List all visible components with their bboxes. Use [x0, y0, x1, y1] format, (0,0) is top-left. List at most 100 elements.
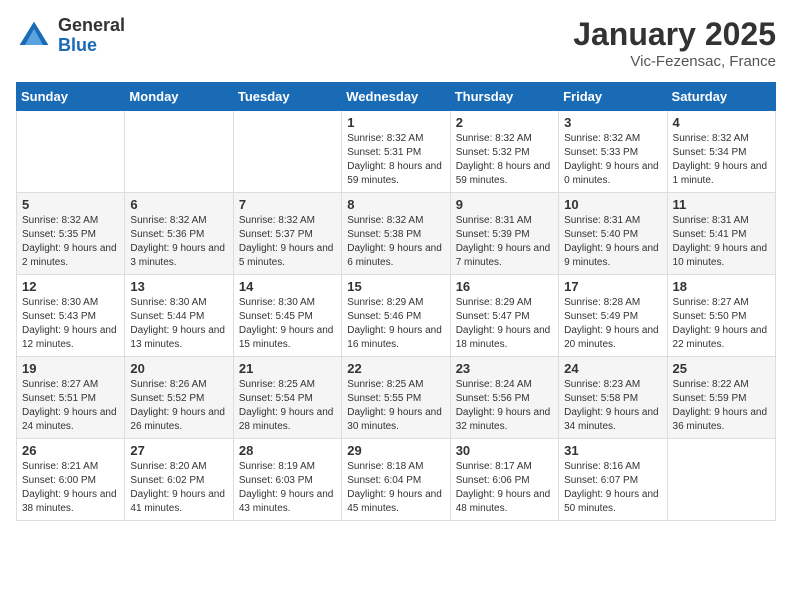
day-number: 11	[673, 197, 770, 212]
sunset-text: Sunset: 5:34 PM	[673, 147, 747, 158]
calendar-cell: 29 Sunrise: 8:18 AMSunset: 6:04 PMDayligh…	[342, 439, 450, 521]
sunset-text: Sunset: 5:43 PM	[22, 311, 96, 322]
calendar-cell: 15Sunrise: 8:29 AMSunset: 5:46 PMDayligh…	[342, 275, 450, 357]
calendar-body: 1Sunrise: 8:32 AMSunset: 5:31 PMDaylight…	[17, 111, 776, 521]
sunset-text: Sunset: 5:41 PM	[673, 229, 747, 240]
calendar-cell: 10Sunrise: 8:31 AMSunset: 5:40 PMDayligh…	[559, 193, 667, 275]
day-info: Sunrise: 8:28 AMSunset: 5:49 PMDaylight:…	[564, 296, 661, 352]
day-info: Sunrise: 8:17 AMSunset: 6:06 PMDaylight:…	[456, 460, 553, 516]
week-row-1: 1Sunrise: 8:32 AMSunset: 5:31 PMDaylight…	[17, 111, 776, 193]
daylight-text: Daylight: 9 hours and 26 minutes.	[130, 407, 225, 432]
sunset-text: Sunset: 5:52 PM	[130, 393, 204, 404]
day-info: Sunrise: 8:26 AMSunset: 5:52 PMDaylight:…	[130, 378, 227, 434]
sunset-text: Sunset: 6:03 PM	[239, 475, 313, 486]
daylight-text: Daylight: 9 hours and 22 minutes.	[673, 325, 768, 350]
day-number: 25	[673, 361, 770, 376]
day-number: 17	[564, 279, 661, 294]
calendar-cell: 16Sunrise: 8:29 AMSunset: 5:47 PMDayligh…	[450, 275, 558, 357]
sunrise-text: Sunrise: 8:16 AM	[564, 461, 640, 472]
sunrise-text: Sunrise: 8:21 AM	[22, 461, 98, 472]
day-number: 31	[564, 443, 661, 458]
logo: General Blue	[16, 16, 125, 56]
sunrise-text: Sunrise: 8:30 AM	[130, 297, 206, 308]
logo-general: General	[58, 16, 125, 36]
sunset-text: Sunset: 5:39 PM	[456, 229, 530, 240]
calendar-cell	[667, 439, 775, 521]
day-number: 19	[22, 361, 119, 376]
sunrise-text: Sunrise: 8:27 AM	[22, 379, 98, 390]
sunset-text: Sunset: 5:35 PM	[22, 229, 96, 240]
day-number: 29	[347, 443, 444, 458]
sunrise-text: Sunrise: 8:32 AM	[130, 215, 206, 226]
calendar-cell: 11 Sunrise: 8:31 AM Sunset: 5:41 PM Dayligh…	[667, 193, 775, 275]
sunrise-text: Sunrise: 8:32 AM	[456, 133, 532, 144]
sunset-text: Sunset: 5:55 PM	[347, 393, 421, 404]
day-info: Sunrise: 8:32 AMSunset: 5:36 PMDaylight:…	[130, 214, 227, 270]
sunset-text: Sunset: 6:06 PM	[456, 475, 530, 486]
day-info: Sunrise: 8:32 AMSunset: 5:35 PMDaylight:…	[22, 214, 119, 270]
sunrise-text: Sunrise: 8:25 AM	[347, 379, 423, 390]
logo-blue: Blue	[58, 36, 125, 56]
daylight-text: Daylight: 9 hours and 5 minutes.	[239, 243, 334, 268]
day-info: Sunrise: 8:32 AMSunset: 5:34 PMDaylight:…	[673, 132, 770, 188]
sunset-text: Sunset: 6:00 PM	[22, 475, 96, 486]
sunset-text: Sunset: 5:50 PM	[673, 311, 747, 322]
sunrise-text: Sunrise: 8:30 AM	[22, 297, 98, 308]
logo-text: General Blue	[58, 16, 125, 56]
day-number: 8	[347, 197, 444, 212]
day-number: 5	[22, 197, 119, 212]
day-info: Sunrise: 8:30 AMSunset: 5:45 PMDaylight:…	[239, 296, 336, 352]
daylight-text: Daylight: 9 hours and 3 minutes.	[130, 243, 225, 268]
header-wednesday: Wednesday	[342, 83, 450, 111]
calendar-header: SundayMondayTuesdayWednesdayThursdayFrid…	[17, 83, 776, 111]
calendar-cell: 20Sunrise: 8:26 AMSunset: 5:52 PMDayligh…	[125, 357, 233, 439]
calendar-cell: 31 Sunrise: 8:16 AMSunset: 6:07 PMDayligh…	[559, 439, 667, 521]
month-title: January 2025	[573, 16, 776, 53]
sunrise-text: Sunrise: 8:32 AM	[22, 215, 98, 226]
calendar-cell: 4Sunrise: 8:32 AMSunset: 5:34 PMDaylight…	[667, 111, 775, 193]
sunset-text: Sunset: 5:40 PM	[564, 229, 638, 240]
day-info: Sunrise: 8:16 AMSunset: 6:07 PMDaylight:…	[564, 460, 661, 516]
week-row-2: 5 Sunrise: 8:32 AM Sunset: 5:35 PM Daylight…	[17, 193, 776, 275]
daylight-text: Daylight: 9 hours and 48 minutes.	[456, 489, 551, 514]
daylight-text: Daylight: 9 hours and 10 minutes.	[673, 243, 768, 268]
day-number: 2	[456, 115, 553, 130]
sunrise-text: Sunrise: 8:31 AM	[673, 215, 749, 226]
calendar-cell: 17 Sunrise: 8:28 AMSunset: 5:49 PMDayligh…	[559, 275, 667, 357]
logo-icon	[16, 18, 52, 54]
sunrise-text: Sunrise: 8:32 AM	[347, 215, 423, 226]
day-number: 30	[456, 443, 553, 458]
sunset-text: Sunset: 5:33 PM	[564, 147, 638, 158]
day-info: Sunrise: 8:27 AMSunset: 5:50 PMDaylight:…	[673, 296, 770, 352]
day-info: Sunrise: 8:23 AMSunset: 5:58 PMDaylight:…	[564, 378, 661, 434]
calendar-cell	[233, 111, 341, 193]
daylight-text: Daylight: 9 hours and 0 minutes.	[564, 161, 659, 186]
daylight-text: Daylight: 9 hours and 20 minutes.	[564, 325, 659, 350]
day-info: Sunrise: 8:24 AMSunset: 5:56 PMDaylight:…	[456, 378, 553, 434]
calendar-cell: 8Sunrise: 8:32 AMSunset: 5:38 PMDaylight…	[342, 193, 450, 275]
day-info: Sunrise: 8:31 AM Sunset: 5:41 PM Daylight:…	[673, 214, 770, 270]
sunset-text: Sunset: 5:59 PM	[673, 393, 747, 404]
day-info: Sunrise: 8:18 AMSunset: 6:04 PMDaylight:…	[347, 460, 444, 516]
day-info: Sunrise: 8:25 AMSunset: 5:55 PMDaylight:…	[347, 378, 444, 434]
week-row-5: 26 Sunrise: 8:21 AM Sunset: 6:00 PM Dayligh…	[17, 439, 776, 521]
daylight-text: Daylight: 9 hours and 43 minutes.	[239, 489, 334, 514]
day-number: 22	[347, 361, 444, 376]
day-info: Sunrise: 8:21 AMSunset: 6:00 PMDaylight:…	[22, 460, 119, 516]
calendar-cell: 5Sunrise: 8:32 AMSunset: 5:35 PMDaylight…	[17, 193, 125, 275]
sunset-text: Sunset: 5:46 PM	[347, 311, 421, 322]
sunrise-text: Sunrise: 8:28 AM	[564, 297, 640, 308]
day-number: 24	[564, 361, 661, 376]
calendar-cell: 19Sunrise: 8:27 AMSunset: 5:51 PMDayligh…	[17, 357, 125, 439]
daylight-text: Daylight: 9 hours and 16 minutes.	[347, 325, 442, 350]
sunset-text: Sunset: 5:31 PM	[347, 147, 421, 158]
day-number: 27	[130, 443, 227, 458]
calendar-cell: 3Sunrise: 8:32 AMSunset: 5:33 PMDaylight…	[559, 111, 667, 193]
daylight-text: Daylight: 9 hours and 1 minute.	[673, 161, 768, 186]
day-number: 13	[130, 279, 227, 294]
sunrise-text: Sunrise: 8:19 AM	[239, 461, 315, 472]
daylight-text: Daylight: 9 hours and 6 minutes.	[347, 243, 442, 268]
day-number: 26	[22, 443, 119, 458]
day-info: Sunrise: 8:31 AMSunset: 5:40 PMDaylight:…	[564, 214, 661, 270]
day-number: 16	[456, 279, 553, 294]
